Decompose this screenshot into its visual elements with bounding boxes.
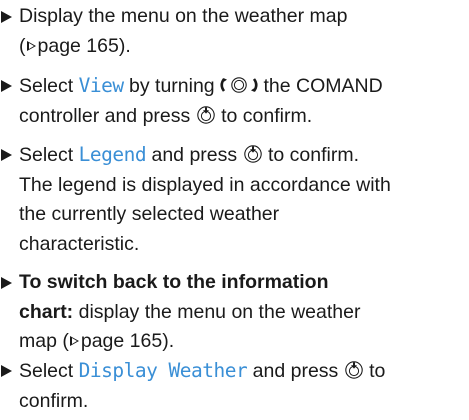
controller-press-icon [243, 144, 263, 164]
step-1-line-1: Display the menu on the weather map [19, 5, 348, 27]
instruction-step-3: Select Legend and press to confirm. The … [0, 140, 466, 259]
controller-press-icon [196, 105, 216, 125]
menu-item-display-weather: Display Weather [78, 359, 248, 382]
step-bullet-icon [1, 149, 12, 161]
step-3-description-3: characteristic. [19, 232, 140, 255]
step-1-line-2: (page 165). [19, 34, 131, 57]
step-3-description-2: the currently selected weather [19, 203, 280, 225]
page-reference-arrow-icon [26, 40, 36, 51]
instruction-step-4: To switch back to the information chart:… [0, 268, 466, 357]
step-5-line-2: confirm. [19, 389, 89, 412]
step-bullet-icon [1, 11, 12, 23]
instruction-step-2: Select View by turning the COMAND contro… [0, 71, 466, 131]
step-5-line-1: Select Display Weather and press to [19, 359, 386, 382]
instruction-page: Display the menu on the weather map (pag… [0, 0, 469, 420]
step-3-description-1: The legend is displayed in accordance wi… [19, 173, 391, 196]
step-4-line-2: chart: display the menu on the weather [19, 300, 361, 323]
step-2-line-1: Select View by turning the COMAND [19, 74, 383, 97]
step-bullet-icon [1, 80, 12, 92]
step-2-line-2: controller and press to confirm. [19, 104, 313, 127]
menu-item-legend: Legend [78, 143, 147, 166]
step-bullet-icon [1, 277, 12, 289]
menu-item-view: View [78, 74, 124, 97]
controller-turn-icon [220, 75, 258, 95]
instruction-step-5: Select Display Weather and press to conf… [0, 356, 466, 416]
step-3-line-1: Select Legend and press to confirm. [19, 143, 360, 166]
controller-press-icon [344, 360, 364, 380]
instruction-step-1: Display the menu on the weather map (pag… [0, 2, 466, 61]
step-4-heading: To switch back to the information [19, 271, 329, 293]
step-4-line-3: map (page 165). [19, 330, 175, 352]
step-bullet-icon [1, 365, 12, 377]
page-reference: page 165 [37, 34, 119, 57]
page-reference: page 165 [80, 330, 163, 352]
page-reference-arrow-icon [69, 336, 79, 346]
